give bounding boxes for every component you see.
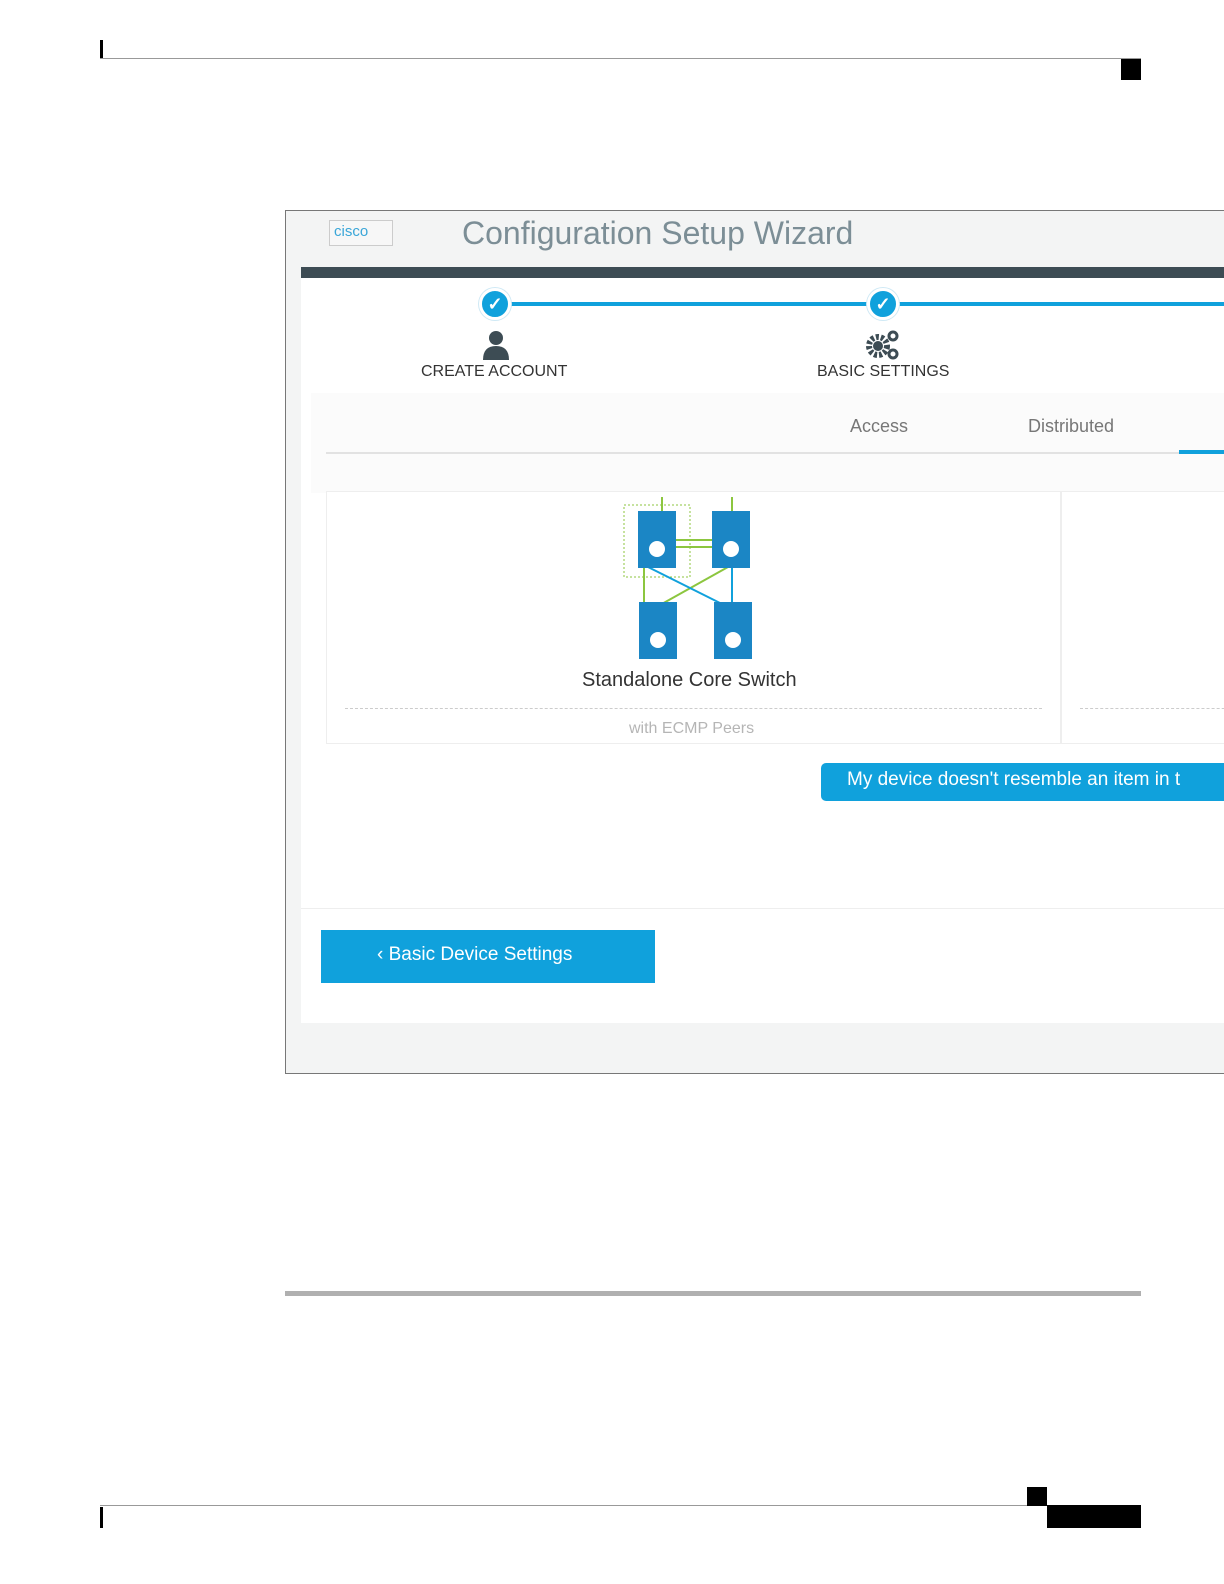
tabs-divider [326,452,1224,454]
header-band [301,267,1224,278]
footer-divider [301,908,1224,909]
footer-marker [100,1507,103,1528]
gears-icon [866,330,899,360]
next-card[interactable] [1061,491,1224,744]
tab-access[interactable]: Access [850,416,908,437]
step-create-account[interactable]: CREATE ACCOUNT [421,363,567,381]
footer-rule [100,1505,1141,1506]
header-marker [100,40,103,58]
page-number-block [1047,1505,1141,1528]
step-basic-settings[interactable]: BASIC SETTINGS [817,363,949,381]
progress-line [495,302,1224,306]
page-title: Configuration Setup Wizard [462,215,854,251]
chevron-left-icon: ‹ [377,944,389,965]
wizard-screenshot: cisco Configuration Setup Wizard ✓ ✓ CRE… [285,210,1224,1074]
footer-square [1027,1487,1047,1506]
device-mismatch-button[interactable]: My device doesn't resemble an item in t [821,763,1224,801]
card-dashed-divider [345,708,1042,709]
core-switch-topology-icon [623,497,752,659]
header-rule [100,58,1141,59]
active-tab-indicator [1179,450,1224,454]
card-subtitle: with ECMP Peers [629,720,755,737]
cisco-logo: cisco [329,220,393,246]
tab-distributed[interactable]: Distributed [1028,416,1114,437]
back-button[interactable]: ‹ Basic Device Settings [321,930,655,983]
step-1-check-icon: ✓ [479,288,511,320]
section-rule [285,1291,1141,1296]
topology-card[interactable]: Standalone Core Switch with ECMP Peers [326,491,1061,744]
card-title: Standalone Core Switch [582,669,797,691]
card-dashed-divider [1080,708,1224,709]
back-button-label: Basic Device Settings [388,944,573,965]
wizard-panel: ✓ ✓ CREATE ACCOUNT BASIC SETTINGS Access… [301,278,1224,1023]
header-block [1121,59,1141,80]
step-2-check-icon: ✓ [867,288,899,320]
user-icon [483,331,509,360]
tabs-bg [311,393,1224,493]
